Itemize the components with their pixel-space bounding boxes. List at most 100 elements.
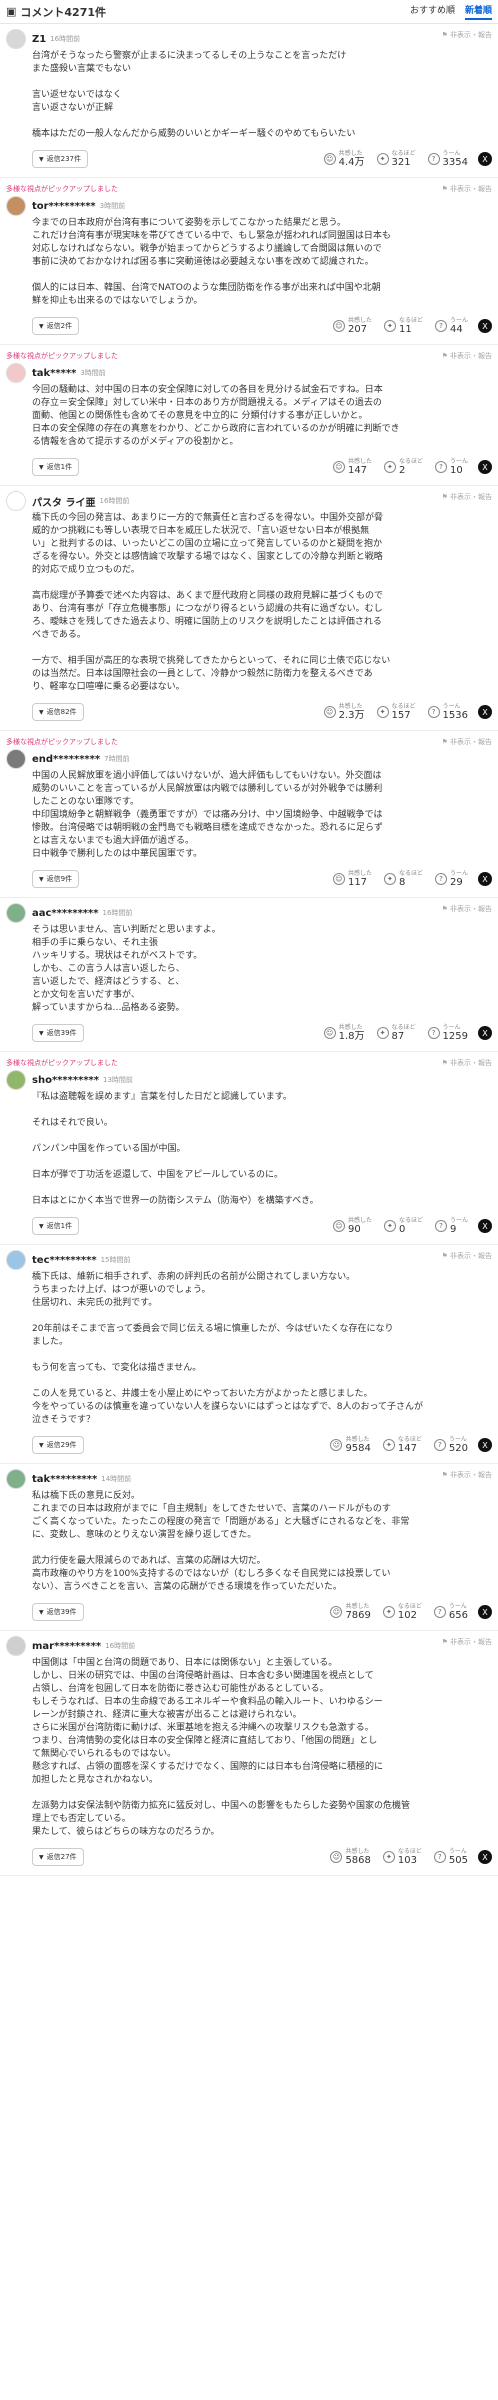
hide-report-button[interactable]: ⚑ 非表示・報告 xyxy=(441,1637,492,1647)
hide-report-button[interactable]: ⚑ 非表示・報告 xyxy=(441,904,492,914)
hide-report-button[interactable]: ⚑ 非表示・報告 xyxy=(441,184,492,194)
username[interactable]: tak***** xyxy=(32,368,76,379)
avatar[interactable] xyxy=(6,1469,26,1489)
replies-button[interactable]: ▼ 返信39件 xyxy=(32,1603,84,1621)
x-share-icon[interactable]: X xyxy=(478,152,492,166)
comment-footer: ▼ 返信9件 ☺ 共感した 117 ✦ なるほど 8 ? うーん 29 X xyxy=(32,867,492,891)
avatar[interactable] xyxy=(6,196,26,216)
hmm-button[interactable]: ? うーん 520 xyxy=(433,1436,468,1454)
x-share-icon[interactable]: X xyxy=(478,1850,492,1864)
avatar[interactable] xyxy=(6,1636,26,1656)
thinking-icon: ? xyxy=(433,1606,446,1618)
comment-head: tak********* 14時間前 xyxy=(6,1469,492,1489)
username[interactable]: mar********* xyxy=(32,1641,101,1652)
avatar[interactable] xyxy=(6,903,26,923)
username[interactable]: tor********* xyxy=(32,201,96,212)
hmm-button[interactable]: ? うーん 656 xyxy=(433,1603,468,1621)
empathy-button[interactable]: ☺ 共感した 7869 xyxy=(330,1603,371,1621)
username[interactable]: sho********* xyxy=(32,1075,99,1086)
chevron-down-icon: ▼ xyxy=(39,1222,44,1230)
username[interactable]: end********* xyxy=(32,754,100,765)
thinking-icon: ? xyxy=(427,153,440,165)
replies-button[interactable]: ▼ 返信82件 xyxy=(32,703,84,721)
insight-button[interactable]: ✦ なるほど 8 xyxy=(383,870,423,888)
thinking-icon: ? xyxy=(434,873,447,885)
avatar[interactable] xyxy=(6,29,26,49)
smile-icon: ☺ xyxy=(332,461,345,473)
insight-button[interactable]: ✦ なるほど 11 xyxy=(383,317,423,335)
hide-report-button[interactable]: ⚑ 非表示・報告 xyxy=(441,1251,492,1261)
hide-report-button[interactable]: ⚑ 非表示・報告 xyxy=(441,1058,492,1068)
hmm-button[interactable]: ? うーん 3354 xyxy=(427,150,468,168)
replies-button[interactable]: ▼ 返信39件 xyxy=(32,1024,84,1042)
lightbulb-icon: ✦ xyxy=(376,153,389,165)
insight-button[interactable]: ✦ なるほど 147 xyxy=(382,1436,422,1454)
flag-icon: ⚑ xyxy=(441,185,450,193)
avatar[interactable] xyxy=(6,749,26,769)
insight-count: 321 xyxy=(391,157,411,168)
avatar[interactable] xyxy=(6,1070,26,1090)
x-share-icon[interactable]: X xyxy=(478,1026,492,1040)
smile-icon: ☺ xyxy=(323,1027,336,1039)
insight-button[interactable]: ✦ なるほど 87 xyxy=(376,1024,416,1042)
empathy-button[interactable]: ☺ 共感した 9584 xyxy=(330,1436,371,1454)
hmm-button[interactable]: ? うーん 9 xyxy=(434,1217,468,1235)
x-share-icon[interactable]: X xyxy=(478,872,492,886)
empathy-button[interactable]: ☺ 共感した 147 xyxy=(332,458,372,476)
username[interactable]: tec********* xyxy=(32,1255,97,1266)
hmm-button[interactable]: ? うーん 1259 xyxy=(427,1024,468,1042)
insight-button[interactable]: ✦ なるほど 0 xyxy=(383,1217,423,1235)
x-share-icon[interactable]: X xyxy=(478,1438,492,1452)
empathy-button[interactable]: ☺ 共感した 207 xyxy=(332,317,372,335)
replies-button[interactable]: ▼ 返信237件 xyxy=(32,150,88,168)
username[interactable]: aac********* xyxy=(32,908,99,919)
x-share-icon[interactable]: X xyxy=(478,705,492,719)
replies-button[interactable]: ▼ 返信1件 xyxy=(32,458,80,476)
username[interactable]: Z1 xyxy=(32,34,46,45)
insight-count: 2 xyxy=(398,465,406,476)
x-share-icon[interactable]: X xyxy=(478,1605,492,1619)
smile-icon: ☺ xyxy=(323,153,336,165)
sort-newest-tab[interactable]: 新着順 xyxy=(464,3,492,20)
hide-report-button[interactable]: ⚑ 非表示・報告 xyxy=(441,351,492,361)
avatar[interactable] xyxy=(6,1250,26,1270)
empathy-button[interactable]: ☺ 共感した 5868 xyxy=(330,1848,371,1866)
username[interactable]: パスタ ライ亜 xyxy=(32,494,95,509)
replies-button[interactable]: ▼ 返信27件 xyxy=(32,1848,84,1866)
avatar[interactable] xyxy=(6,363,26,383)
insight-button[interactable]: ✦ なるほど 321 xyxy=(376,150,416,168)
hmm-button[interactable]: ? うーん 29 xyxy=(434,870,468,888)
sort-recommended-tab[interactable]: おすすめ順 xyxy=(410,3,455,20)
avatar[interactable] xyxy=(6,491,26,511)
replies-button[interactable]: ▼ 返信2件 xyxy=(32,317,80,335)
comment-body: 『私は盗聴報を誤めます』言葉を付した日だと認識しています。 それはそれで良い。 … xyxy=(32,1092,319,1206)
hmm-button[interactable]: ? うーん 1536 xyxy=(427,703,468,721)
insight-button[interactable]: ✦ なるほど 102 xyxy=(382,1603,422,1621)
hide-report-button[interactable]: ⚑ 非表示・報告 xyxy=(441,492,492,502)
insight-button[interactable]: ✦ なるほど 2 xyxy=(383,458,423,476)
hide-report-button[interactable]: ⚑ 非表示・報告 xyxy=(441,30,492,40)
replies-button[interactable]: ▼ 返信1件 xyxy=(32,1217,80,1235)
replies-button[interactable]: ▼ 返信29件 xyxy=(32,1436,84,1454)
comment-time: 16時間前 xyxy=(102,909,133,917)
replies-button[interactable]: ▼ 返信9件 xyxy=(32,870,80,888)
empathy-button[interactable]: ☺ 共感した 2.3万 xyxy=(323,703,365,721)
chevron-down-icon: ▼ xyxy=(39,1441,44,1449)
hmm-button[interactable]: ? うーん 10 xyxy=(434,458,468,476)
username[interactable]: tak********* xyxy=(32,1474,97,1485)
hide-report-button[interactable]: ⚑ 非表示・報告 xyxy=(441,1470,492,1480)
insight-button[interactable]: ✦ なるほど 157 xyxy=(376,703,416,721)
x-share-icon[interactable]: X xyxy=(478,460,492,474)
hide-report-button[interactable]: ⚑ 非表示・報告 xyxy=(441,737,492,747)
empathy-button[interactable]: ☺ 共感した 117 xyxy=(332,870,372,888)
hmm-button[interactable]: ? うーん 505 xyxy=(433,1848,468,1866)
lightbulb-icon: ✦ xyxy=(382,1851,395,1863)
hmm-button[interactable]: ? うーん 44 xyxy=(434,317,468,335)
x-share-icon[interactable]: X xyxy=(478,1219,492,1233)
empathy-button[interactable]: ☺ 共感した 90 xyxy=(332,1217,372,1235)
empathy-button[interactable]: ☺ 共感した 1.8万 xyxy=(323,1024,365,1042)
insight-button[interactable]: ✦ なるほど 103 xyxy=(382,1848,422,1866)
empathy-button[interactable]: ☺ 共感した 4.4万 xyxy=(323,150,365,168)
x-share-icon[interactable]: X xyxy=(478,319,492,333)
empathy-count: 90 xyxy=(347,1224,361,1235)
